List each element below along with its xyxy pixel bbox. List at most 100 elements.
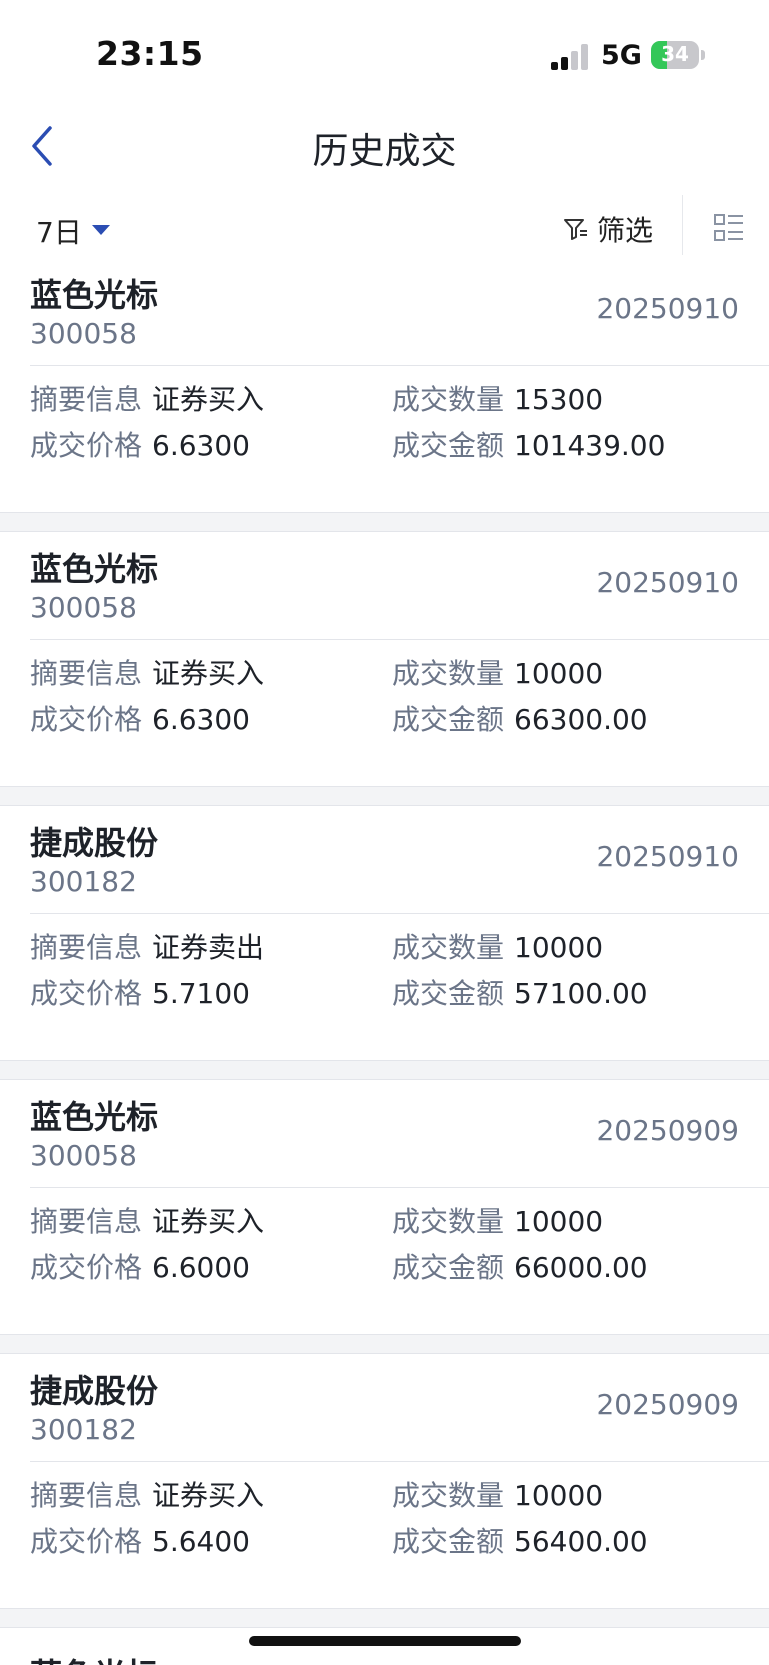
price-row: 成交价格 5.6400 — [30, 1520, 250, 1560]
trade-date: 20250910 — [596, 292, 739, 325]
amount-value: 101439.00 — [514, 429, 666, 462]
price-row: 成交价格 6.6300 — [30, 424, 250, 464]
stock-code: 300182 — [30, 1413, 137, 1446]
trade-date: 20250909 — [596, 1388, 739, 1421]
status-time: 23:15 — [96, 34, 204, 73]
summary-label: 摘要信息 — [30, 1479, 143, 1512]
amount-value: 56400.00 — [514, 1525, 648, 1558]
trade-card[interactable]: 蓝色光标 300058 20250909 摘要信息 证券买入 成交数量 10000 … — [0, 1084, 769, 1338]
quantity-label: 成交数量 — [392, 1479, 505, 1512]
page-title: 历史成交 — [312, 131, 457, 172]
list-view-button[interactable] — [713, 212, 745, 248]
stock-name: 蓝色光标 — [30, 1098, 159, 1136]
nav-bar: 历史成交 — [0, 100, 769, 190]
quantity-value: 10000 — [514, 1479, 604, 1512]
summary-row: 摘要信息 证券卖出 — [30, 926, 264, 966]
trade-card[interactable]: 蓝色光标 300058 20250910 摘要信息 证券买入 成交数量 10000 … — [0, 536, 769, 790]
summary-value: 证券买入 — [152, 1205, 265, 1238]
amount-label: 成交金额 — [392, 429, 505, 462]
price-value: 6.6300 — [152, 429, 250, 462]
price-value: 5.7100 — [152, 977, 250, 1010]
amount-row: 成交金额 101439.00 — [392, 424, 665, 464]
list-view-icon — [714, 214, 743, 241]
battery-tip — [701, 50, 705, 60]
card-separator — [0, 512, 769, 532]
stock-code: 300058 — [30, 317, 137, 350]
stock-code: 300058 — [30, 591, 137, 624]
stock-code: 300182 — [30, 865, 137, 898]
price-label: 成交价格 — [30, 703, 143, 736]
amount-row: 成交金额 57100.00 — [392, 972, 648, 1012]
amount-label: 成交金额 — [392, 1525, 505, 1558]
price-value: 5.6400 — [152, 1525, 250, 1558]
summary-label: 摘要信息 — [30, 657, 143, 690]
summary-row: 摘要信息 证券买入 — [30, 652, 264, 692]
amount-value: 66300.00 — [514, 703, 648, 736]
price-row: 成交价格 6.6300 — [30, 698, 250, 738]
summary-label: 摘要信息 — [30, 383, 143, 416]
home-indicator — [249, 1636, 521, 1646]
quantity-row: 成交数量 15300 — [392, 378, 603, 418]
trade-date: 20250910 — [596, 840, 739, 873]
summary-row: 摘要信息 证券买入 — [30, 1200, 264, 1240]
quantity-row: 成交数量 10000 — [392, 652, 603, 692]
divider — [30, 1461, 769, 1462]
trade-card[interactable]: 蓝色光标 300058 20250910 摘要信息 证券买入 成交数量 15300 … — [0, 262, 769, 516]
quantity-row: 成交数量 10000 — [392, 1474, 603, 1514]
price-value: 6.6300 — [152, 703, 250, 736]
quantity-value: 10000 — [514, 1205, 604, 1238]
battery-level: 34 — [661, 42, 689, 66]
signal-icon — [551, 44, 591, 70]
amount-row: 成交金额 56400.00 — [392, 1520, 648, 1560]
stock-name: 捷成股份 — [30, 1372, 159, 1410]
amount-row: 成交金额 66300.00 — [392, 698, 648, 738]
quantity-row: 成交数量 10000 — [392, 926, 603, 966]
summary-value: 证券买入 — [152, 657, 265, 690]
amount-value: 57100.00 — [514, 977, 648, 1010]
trade-card[interactable]: 捷成股份 300182 20250910 摘要信息 证券卖出 成交数量 10000 … — [0, 810, 769, 1064]
trade-card[interactable]: 捷成股份 300182 20250909 摘要信息 证券买入 成交数量 10000 … — [0, 1358, 769, 1612]
quantity-value: 15300 — [514, 383, 604, 416]
stock-name: 捷成股份 — [30, 824, 159, 862]
amount-row: 成交金额 66000.00 — [392, 1246, 648, 1286]
price-label: 成交价格 — [30, 1251, 143, 1284]
price-row: 成交价格 5.7100 — [30, 972, 250, 1012]
stock-name: 蓝色光标 — [30, 276, 159, 314]
price-label: 成交价格 — [30, 429, 143, 462]
divider — [30, 365, 769, 366]
filter-bar: 7日 筛选 — [0, 195, 769, 265]
filter-label: 筛选 — [597, 214, 654, 247]
quantity-label: 成交数量 — [392, 931, 505, 964]
amount-label: 成交金额 — [392, 1251, 505, 1284]
quantity-label: 成交数量 — [392, 1205, 505, 1238]
trade-date: 20250910 — [596, 566, 739, 599]
card-separator — [0, 1334, 769, 1354]
quantity-row: 成交数量 10000 — [392, 1200, 603, 1240]
amount-label: 成交金额 — [392, 977, 505, 1010]
filter-icon — [564, 219, 587, 240]
trade-date: 20250909 — [596, 1114, 739, 1147]
divider — [30, 639, 769, 640]
card-separator — [0, 1608, 769, 1628]
price-label: 成交价格 — [30, 977, 143, 1010]
filter-button[interactable]: 筛选 — [563, 209, 653, 249]
price-label: 成交价格 — [30, 1525, 143, 1558]
quantity-value: 10000 — [514, 657, 604, 690]
price-row: 成交价格 6.6000 — [30, 1246, 250, 1286]
summary-value: 证券买入 — [152, 383, 265, 416]
divider — [682, 195, 683, 255]
amount-value: 66000.00 — [514, 1251, 648, 1284]
status-bar: 23:15 5G 34 — [0, 0, 769, 100]
period-label: 7日 — [36, 216, 82, 249]
stock-name: 蓝色光标 — [30, 550, 159, 588]
period-dropdown[interactable]: 7日 — [36, 211, 110, 251]
price-value: 6.6000 — [152, 1251, 250, 1284]
summary-row: 摘要信息 证券买入 — [30, 378, 264, 418]
stock-code: 300058 — [30, 1139, 137, 1172]
summary-row: 摘要信息 证券买入 — [30, 1474, 264, 1514]
card-separator — [0, 1060, 769, 1080]
quantity-value: 10000 — [514, 931, 604, 964]
quantity-label: 成交数量 — [392, 383, 505, 416]
summary-value: 证券卖出 — [152, 931, 265, 964]
summary-value: 证券买入 — [152, 1479, 265, 1512]
